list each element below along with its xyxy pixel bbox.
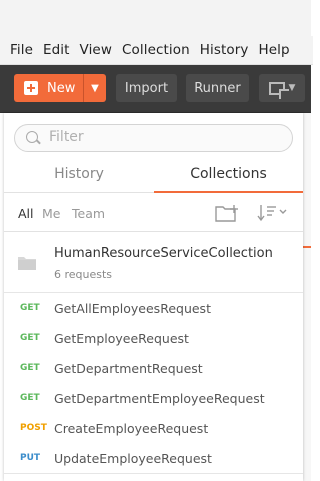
import-button[interactable]: Import (116, 74, 177, 102)
sort-icon[interactable] (256, 204, 288, 222)
method-badge: PUT (20, 453, 41, 463)
collection-name: HumanResourceServiceCollection (54, 246, 273, 261)
request-item[interactable]: PUT UpdateEmployeeRequest (4, 444, 303, 474)
search-input[interactable] (49, 129, 269, 145)
request-item[interactable]: GET GetEmployeeRequest (4, 324, 303, 354)
search-icon (26, 131, 38, 143)
filter-team[interactable]: Team (72, 206, 105, 221)
request-name: GetDepartmentRequest (54, 361, 203, 376)
method-badge: GET (20, 333, 40, 343)
collection-item[interactable]: HumanResourceServiceCollection 6 request… (4, 232, 303, 292)
folder-icon (18, 257, 36, 270)
new-button-label: New (47, 80, 76, 96)
new-folder-icon[interactable] (215, 204, 239, 222)
method-badge: POST (20, 423, 47, 433)
menu-view[interactable]: View (80, 42, 112, 58)
new-button[interactable]: New (14, 74, 84, 102)
filter-all[interactable]: All (18, 206, 34, 221)
request-item[interactable]: GET GetAllEmployeesRequest (4, 294, 303, 324)
method-badge: GET (20, 393, 40, 403)
plus-icon (24, 81, 38, 95)
collection-filter-row: All Me Team (4, 193, 303, 232)
collection-request-count: 6 requests (54, 268, 113, 281)
new-dropdown-button[interactable]: ▼ (84, 74, 106, 102)
filter-me[interactable]: Me (42, 206, 60, 221)
request-name: GetEmployeeRequest (54, 331, 189, 346)
method-badge: GET (20, 363, 40, 373)
caret-down-icon: ▼ (288, 83, 296, 93)
request-item[interactable]: POST CreateEmployeeRequest (4, 414, 303, 444)
menu-edit[interactable]: Edit (43, 42, 70, 58)
method-badge: GET (20, 303, 40, 313)
request-item[interactable]: GET GetDepartmentEmployeeRequest (4, 384, 303, 414)
main-area-edge (303, 113, 311, 481)
menu-help[interactable]: Help (259, 42, 290, 58)
caret-down-icon: ▼ (91, 82, 99, 94)
request-name: GetAllEmployeesRequest (54, 301, 211, 316)
request-name: GetDepartmentEmployeeRequest (54, 391, 265, 406)
request-name: UpdateEmployeeRequest (54, 451, 212, 466)
tab-collections[interactable]: Collections (154, 162, 303, 193)
request-item[interactable]: GET GetDepartmentRequest (4, 354, 303, 384)
request-name: CreateEmployeeRequest (54, 421, 209, 436)
tab-history[interactable]: History (4, 162, 154, 192)
divider (4, 292, 303, 293)
window-titlebar (0, 0, 311, 36)
main-area-accent-line (303, 246, 311, 248)
menu-history[interactable]: History (200, 42, 249, 58)
new-button-group: New ▼ (14, 74, 106, 102)
menu-collection[interactable]: Collection (122, 42, 190, 58)
menubar: File Edit View Collection History Help (0, 36, 313, 65)
sidebar-tabs: History Collections (4, 162, 303, 193)
toolbar: New ▼ Import Runner ▼ (0, 65, 311, 113)
divider (4, 473, 303, 474)
new-window-button[interactable]: ▼ (259, 74, 305, 102)
new-window-icon (268, 81, 289, 99)
search-box[interactable] (14, 124, 293, 152)
runner-button[interactable]: Runner (186, 74, 249, 102)
sidebar: History Collections All Me Team HumanRes… (4, 113, 303, 481)
menu-file[interactable]: File (10, 42, 33, 58)
